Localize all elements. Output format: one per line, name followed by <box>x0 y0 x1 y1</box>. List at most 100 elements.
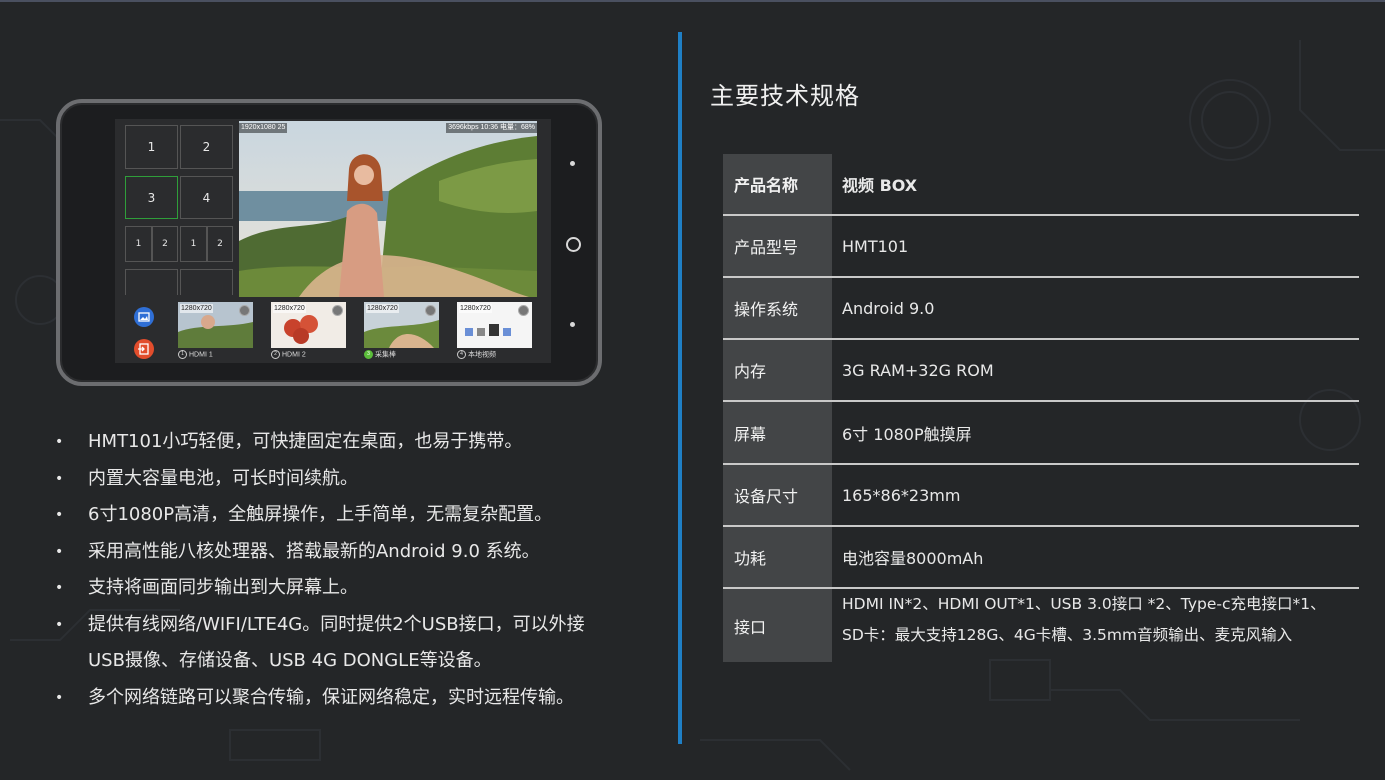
source-thumb-local-video[interactable]: 1280x720 <box>457 302 532 348</box>
spec-value: Android 9.0 <box>842 298 935 318</box>
spec-key: 屏幕 <box>723 402 832 463</box>
feature-text: HMT101小巧轻便，可快捷固定在桌面，也易于携带。 <box>88 431 523 452</box>
cell-label: 1 <box>135 239 142 249</box>
cell-label: 2 <box>217 239 223 249</box>
settings-gear-icon[interactable] <box>518 305 529 316</box>
spec-value: 视频 BOX <box>842 176 918 195</box>
spec-row-interfaces: 接口 HDMI IN*2、HDMI OUT*1、USB 3.0接口 *2、Typ… <box>723 589 1359 662</box>
spec-row-model: 产品型号 HMT101 <box>723 216 1359 278</box>
thumb-label-capture: 3 采集棒 <box>364 350 396 360</box>
layout-cell-small-1[interactable]: 1 <box>125 226 152 262</box>
bullet-icon: • <box>55 507 64 523</box>
spec-value-line-1: HDMI IN*2、HDMI OUT*1、USB 3.0接口 *2、Type-c… <box>842 595 1326 613</box>
feature-text: 采用高性能八核处理器、搭载最新的Android 9.0 系统。 <box>88 540 540 562</box>
spec-row-power: 功耗 电池容量8000mAh <box>723 527 1359 589</box>
spec-value: HMT101 <box>842 236 909 256</box>
source-number: 4 <box>457 350 466 359</box>
layout-cell-4[interactable]: 4 <box>180 176 233 219</box>
bullet-icon: • <box>55 689 64 706</box>
spec-key: 设备尺寸 <box>723 465 832 525</box>
settings-gear-icon[interactable] <box>332 305 343 316</box>
tablet-device: 1 2 3 4 1 2 1 2 1920x1080 25 3696kbps 10… <box>56 99 602 386</box>
source-label: 采集棒 <box>375 351 396 359</box>
source-thumb-hdmi2[interactable]: 1280x720 <box>271 302 346 348</box>
feature-text: USB摄像、存储设备、USB 4G DONGLE等设备。 <box>88 650 492 671</box>
feature-item-continuation: USB摄像、存储设备、USB 4G DONGLE等设备。 <box>52 643 652 680</box>
spec-key: 产品名称 <box>723 154 832 214</box>
spec-value: 电池容量8000mAh <box>842 549 984 568</box>
layout-cell-small-2[interactable]: 2 <box>152 226 178 262</box>
bullet-icon: • <box>55 543 64 560</box>
bullet-icon: • <box>55 580 64 596</box>
spec-title: 主要技术规格 <box>710 82 860 110</box>
spec-row-memory: 内存 3G RAM+32G ROM <box>723 340 1359 402</box>
feature-item: • 采用高性能八核处理器、搭载最新的Android 9.0 系统。 <box>52 534 652 571</box>
feature-item: • 提供有线网络/WIFI/LTE4G。同时提供2个USB接口，可以外接 <box>52 607 652 644</box>
spec-value: HDMI IN*2、HDMI OUT*1、USB 3.0接口 *2、Type-c… <box>832 589 1359 662</box>
spec-row-product-name: 产品名称 视频 BOX <box>723 154 1359 216</box>
source-label: HDMI 1 <box>189 351 213 359</box>
device-screen: 1 2 3 4 1 2 1 2 1920x1080 25 3696kbps 10… <box>115 119 551 363</box>
layout-cell-5[interactable] <box>125 269 178 295</box>
source-thumb-capture[interactable]: 1280x720 <box>364 302 439 348</box>
feature-list: • HMT101小巧轻便，可快捷固定在桌面，也易于携带。 • 内置大容量电池，可长时… <box>52 424 652 716</box>
source-number: 1 <box>178 350 187 359</box>
layout-cell-small-3[interactable]: 1 <box>180 226 207 262</box>
gallery-icon[interactable] <box>134 307 154 327</box>
exit-icon[interactable] <box>134 339 154 359</box>
cell-label: 3 <box>147 190 156 205</box>
feature-text: 内置大容量电池，可长时间续航。 <box>88 467 358 489</box>
thumb-resolution: 1280x720 <box>366 304 399 313</box>
main-video-preview[interactable]: 1920x1080 25 3696kbps 10:36 电量：68% <box>239 121 537 297</box>
cell-label: 1 <box>190 239 197 249</box>
thumb-resolution: 1280x720 <box>273 304 306 313</box>
video-frame-image <box>239 121 537 297</box>
source-label: 本地视频 <box>468 351 496 359</box>
feature-item: • 支持将画面同步输出到大屏幕上。 <box>52 570 652 607</box>
thumb-resolution: 1280x720 <box>459 304 492 313</box>
layout-cell-small-4[interactable]: 2 <box>207 226 233 262</box>
spec-key: 功耗 <box>723 527 832 587</box>
thumb-label-hdmi2: 2 HDMI 2 <box>271 350 306 360</box>
spec-row-os: 操作系统 Android 9.0 <box>723 278 1359 340</box>
feature-text: 提供有线网络/WIFI/LTE4G。同时提供2个USB接口，可以外接 <box>88 613 585 635</box>
layout-cell-2[interactable]: 2 <box>180 125 233 169</box>
bullet-icon: • <box>55 434 64 450</box>
feature-item: • 多个网络链路可以聚合传输，保证网络稳定，实时远程传输。 <box>52 680 652 717</box>
spec-key: 操作系统 <box>723 278 832 338</box>
feature-item: • HMT101小巧轻便，可快捷固定在桌面，也易于携带。 <box>52 424 652 461</box>
thumb-label-local-video: 4 本地视频 <box>457 350 496 360</box>
side-button-top[interactable] <box>570 161 575 166</box>
source-number: 2 <box>271 350 280 359</box>
layout-cell-1[interactable]: 1 <box>125 125 178 169</box>
home-button[interactable] <box>566 237 581 252</box>
thumb-resolution: 1280x720 <box>180 304 213 313</box>
bullet-icon: • <box>55 470 64 487</box>
source-number: 3 <box>364 350 373 359</box>
bullet-icon: • <box>55 616 64 633</box>
thumb-label-hdmi1: 1 HDMI 1 <box>178 350 213 360</box>
feature-text: 支持将画面同步输出到大屏幕上。 <box>88 577 358 598</box>
feature-text: 多个网络链路可以聚合传输，保证网络稳定，实时远程传输。 <box>88 686 574 708</box>
spec-key: 接口 <box>723 589 832 662</box>
settings-gear-icon[interactable] <box>425 305 436 316</box>
feature-item: • 6寸1080P高清，全触屏操作，上手简单，无需复杂配置。 <box>52 497 652 534</box>
side-button-bottom[interactable] <box>570 322 575 327</box>
cell-label: 1 <box>147 140 156 154</box>
cell-label: 2 <box>162 239 168 249</box>
spec-key: 内存 <box>723 340 832 400</box>
settings-gear-icon[interactable] <box>239 305 250 316</box>
spec-value: 6寸 1080P触摸屏 <box>842 424 972 444</box>
source-thumb-hdmi1[interactable]: 1280x720 <box>178 302 253 348</box>
layout-cell-3[interactable]: 3 <box>125 176 178 219</box>
spec-value: 165*86*23mm <box>842 485 961 505</box>
accent-divider <box>678 32 682 744</box>
spec-value-line-2: SD卡：最大支持128G、4G卡槽、3.5mm音频输出、麦克风输入 <box>842 626 1293 644</box>
layout-cell-6[interactable] <box>180 269 233 295</box>
spec-row-dimensions: 设备尺寸 165*86*23mm <box>723 465 1359 527</box>
spec-key: 产品型号 <box>723 216 832 276</box>
feature-item: • 内置大容量电池，可长时间续航。 <box>52 461 652 498</box>
spec-row-screen: 屏幕 6寸 1080P触摸屏 <box>723 402 1359 465</box>
cell-label: 2 <box>202 140 211 154</box>
spec-value: 3G RAM+32G ROM <box>842 360 994 380</box>
